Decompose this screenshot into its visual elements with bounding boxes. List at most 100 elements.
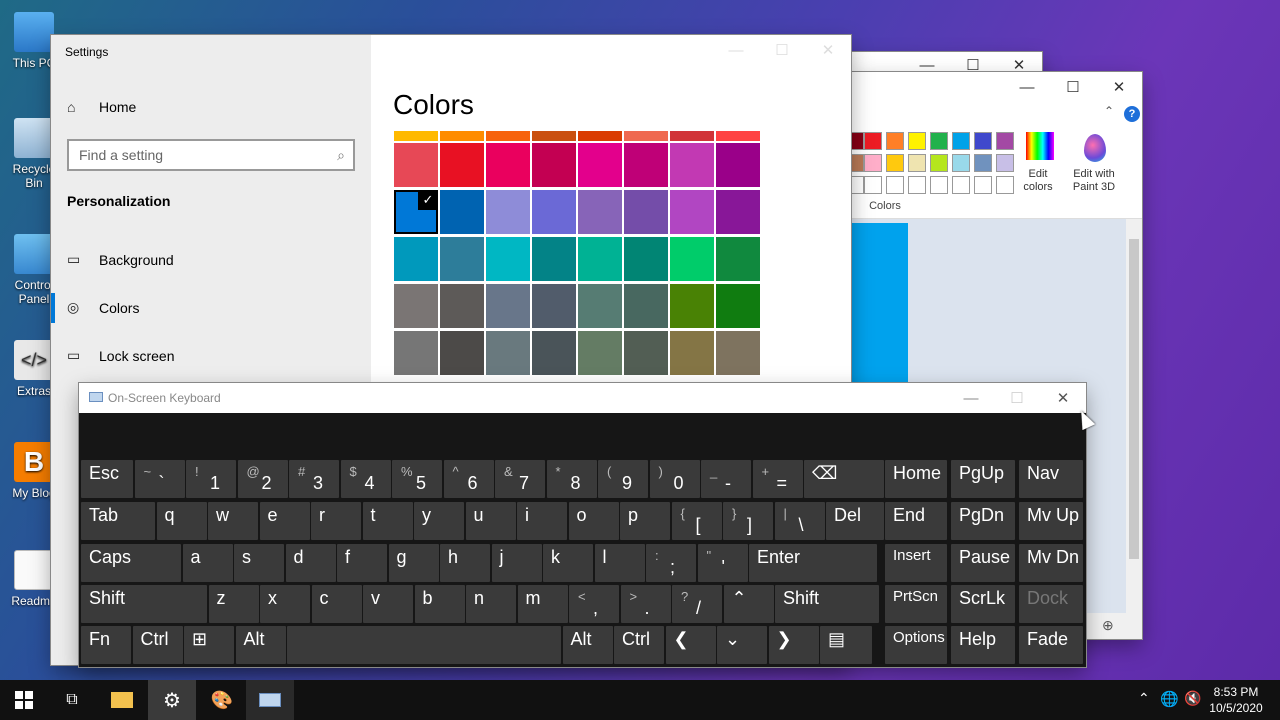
accent-color-swatch[interactable] [624, 143, 668, 187]
key[interactable]: d [285, 544, 336, 582]
globe-icon[interactable]: 🌐 [1160, 690, 1179, 708]
accent-color-swatch[interactable] [578, 331, 622, 375]
search-input[interactable]: Find a setting ⌕ [67, 139, 355, 171]
color-swatch[interactable] [864, 154, 882, 172]
color-swatch[interactable] [908, 132, 926, 150]
color-swatch[interactable] [996, 132, 1014, 150]
key[interactable]: ⌫ [804, 460, 884, 498]
key[interactable]: ❮ [665, 626, 716, 664]
key[interactable]: g [388, 544, 439, 582]
key[interactable]: e [259, 502, 310, 540]
task-view-button[interactable]: ⧉ [48, 680, 96, 720]
accent-color-swatch[interactable] [670, 284, 714, 328]
key[interactable]: (9 [598, 460, 648, 498]
color-swatch[interactable] [886, 176, 904, 194]
key[interactable]: _ - [701, 460, 751, 498]
color-swatch[interactable] [974, 154, 992, 172]
accent-color-swatch[interactable] [440, 143, 484, 187]
chevron-up-icon[interactable]: ⌃ [1138, 690, 1150, 707]
close-icon[interactable]: ✕ [1040, 383, 1086, 413]
accent-color-swatch[interactable] [624, 284, 668, 328]
key[interactable]: $4 [340, 460, 391, 498]
accent-color-swatch[interactable] [440, 237, 484, 281]
accent-color-swatch[interactable] [394, 237, 438, 281]
paint3d-icon[interactable] [1084, 134, 1106, 162]
key[interactable]: Del [826, 502, 884, 540]
key[interactable]: Fn [81, 626, 131, 664]
key[interactable]: Ctrl [132, 626, 183, 664]
accent-color-swatch[interactable] [486, 237, 530, 281]
nav-key[interactable]: Help [951, 626, 1015, 664]
nav-key[interactable]: Mv Up [1019, 502, 1083, 540]
key[interactable]: {[ [671, 502, 722, 540]
accent-color-swatch[interactable] [670, 237, 714, 281]
key[interactable]: Ctrl [614, 626, 664, 664]
taskbar-on-screen-keyboard[interactable] [246, 680, 294, 720]
edit-colors-button[interactable] [1020, 132, 1060, 172]
taskbar-paint[interactable]: 🎨 [198, 680, 246, 720]
key[interactable]: m [517, 585, 568, 623]
accent-color-swatch[interactable] [532, 284, 576, 328]
accent-color-swatch[interactable] [624, 237, 668, 281]
key[interactable]: >. [620, 585, 671, 623]
minimize-icon[interactable]: — [713, 35, 759, 65]
key[interactable]: z [208, 585, 259, 623]
muted-speaker-icon[interactable]: 🔇 [1184, 690, 1201, 707]
accent-color-swatch[interactable] [394, 284, 438, 328]
nav-key[interactable]: PrtScn [885, 585, 947, 623]
nav-key[interactable]: Pause [951, 544, 1015, 582]
title-bar[interactable]: On-Screen Keyboard — ☐ ✕ [79, 383, 1086, 413]
color-swatch[interactable] [908, 176, 926, 194]
close-icon[interactable]: ✕ [805, 35, 851, 65]
color-swatch[interactable] [930, 132, 948, 150]
key[interactable]: ) 0 [649, 460, 700, 498]
accent-color-swatch[interactable] [624, 331, 668, 375]
key[interactable]: f [337, 544, 387, 582]
color-swatch[interactable] [996, 176, 1014, 194]
key[interactable]: ⌄ [717, 626, 767, 664]
start-button[interactable] [0, 680, 48, 720]
key[interactable]: w [208, 502, 258, 540]
key[interactable]: Alt [235, 626, 286, 664]
key[interactable]: k [543, 544, 593, 582]
accent-color-swatch[interactable] [486, 190, 530, 234]
key[interactable]: Alt [562, 626, 613, 664]
color-swatch[interactable] [908, 154, 926, 172]
accent-color-swatch[interactable] [486, 284, 530, 328]
help-icon[interactable]: ? [1124, 106, 1140, 122]
key[interactable]: u [465, 502, 516, 540]
accent-color-swatch[interactable] [670, 190, 714, 234]
key[interactable]: a [182, 544, 233, 582]
key[interactable]: b [414, 585, 465, 623]
maximize-icon[interactable]: ☐ [994, 383, 1040, 413]
clock[interactable]: 8:53 PM 10/5/2020 [1206, 684, 1266, 716]
nav-key[interactable]: End [885, 502, 947, 540]
key[interactable]: | \ [774, 502, 825, 540]
accent-color-swatch[interactable] [440, 190, 484, 234]
accent-color-swatch[interactable] [578, 143, 622, 187]
key[interactable]: Caps [81, 544, 181, 582]
key[interactable] [287, 626, 561, 664]
key[interactable]: x [260, 585, 310, 623]
accent-color-swatch[interactable] [716, 237, 760, 281]
maximize-icon[interactable]: ☐ [759, 35, 805, 65]
minimize-icon[interactable]: — [1004, 72, 1050, 102]
taskbar-settings[interactable]: ⚙ [148, 680, 196, 720]
nav-key[interactable]: Home [885, 460, 947, 498]
key[interactable]: ^ 6 [443, 460, 494, 498]
nav-key[interactable]: Nav [1019, 460, 1083, 498]
key[interactable]: ~ ` [134, 460, 185, 498]
accent-color-swatch[interactable] [716, 331, 760, 375]
accent-color-swatch[interactable] [716, 284, 760, 328]
color-swatch[interactable] [974, 132, 992, 150]
color-swatch[interactable] [930, 154, 948, 172]
key[interactable]: @2 [237, 460, 288, 498]
accent-color-swatch[interactable] [532, 190, 576, 234]
key[interactable]: & 7 [495, 460, 545, 498]
key[interactable]: v [363, 585, 413, 623]
accent-color-swatch[interactable] [624, 190, 668, 234]
accent-color-swatch[interactable] [578, 237, 622, 281]
nav-background[interactable]: ▭ Background [67, 251, 174, 268]
key[interactable]: Shift [81, 585, 207, 623]
key[interactable]: o [568, 502, 619, 540]
